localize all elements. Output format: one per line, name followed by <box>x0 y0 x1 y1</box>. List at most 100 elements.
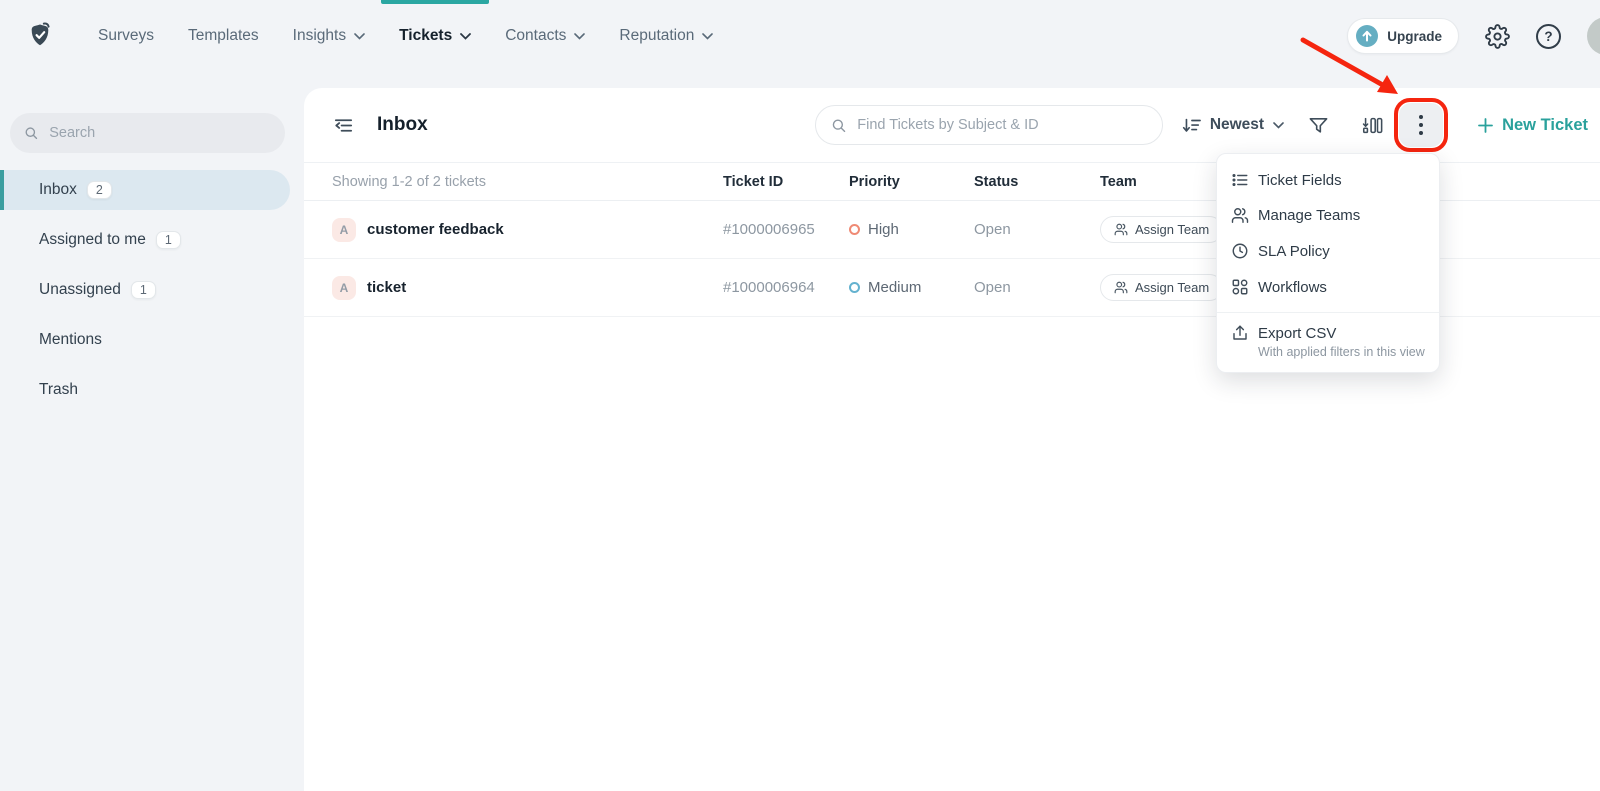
team-icon <box>1114 223 1128 236</box>
assign-team-button[interactable]: Assign Team <box>1100 274 1223 301</box>
priority-ring-icon <box>849 224 860 235</box>
new-ticket-button[interactable]: New Ticket <box>1478 116 1594 135</box>
nav-item-tickets[interactable]: Tickets <box>399 0 471 72</box>
sidebar-item-mentions[interactable]: Mentions <box>0 320 290 360</box>
menu-item-ticket-fields[interactable]: Ticket Fields <box>1217 162 1439 198</box>
menu-item-label: Manage Teams <box>1258 207 1360 224</box>
nav-right-actions: Upgrade ? <box>1347 0 1600 72</box>
nav-item-surveys[interactable]: Surveys <box>98 0 154 72</box>
sidebar-item-label: Mentions <box>39 331 102 349</box>
search-icon <box>24 125 38 141</box>
priority-label: High <box>868 221 899 238</box>
ticket-search[interactable] <box>815 105 1163 145</box>
count-badge: 2 <box>87 181 112 199</box>
assign-team-button[interactable]: Assign Team <box>1100 216 1223 243</box>
team-icon <box>1231 207 1249 224</box>
results-summary: Showing 1-2 of 2 tickets <box>332 174 723 190</box>
sidebar-search[interactable] <box>10 113 285 153</box>
nav-item-insights[interactable]: Insights <box>293 0 365 72</box>
nav-label: Reputation <box>619 27 694 45</box>
sort-dropdown[interactable]: Newest <box>1181 116 1284 135</box>
sidebar-search-input[interactable] <box>47 124 271 142</box>
assign-team-label: Assign Team <box>1135 222 1209 237</box>
chevron-down-icon <box>702 33 713 40</box>
help-glyph: ? <box>1536 24 1561 49</box>
more-options-menu: Ticket Fields Manage Teams SLA Policy Wo… <box>1216 153 1440 373</box>
help-icon[interactable]: ? <box>1536 24 1561 49</box>
count-badge: 1 <box>156 231 181 249</box>
nav-item-templates[interactable]: Templates <box>188 0 259 72</box>
sidebar-item-assigned-to-me[interactable]: Assigned to me 1 <box>0 220 290 260</box>
column-header-ticket-id: Ticket ID <box>723 174 849 190</box>
collapse-sidebar-icon[interactable] <box>332 114 355 137</box>
export-icon <box>1231 324 1249 342</box>
list-icon <box>1231 171 1249 189</box>
ticket-status: Open <box>974 279 1100 296</box>
upgrade-label: Upgrade <box>1387 29 1442 44</box>
kebab-menu-icon <box>1419 115 1423 135</box>
menu-item-label: Workflows <box>1258 279 1327 296</box>
new-ticket-label: New Ticket <box>1502 116 1588 135</box>
chevron-down-icon <box>1273 122 1284 129</box>
assign-team-label: Assign Team <box>1135 280 1209 295</box>
nav-item-contacts[interactable]: Contacts <box>505 0 585 72</box>
nav-label: Surveys <box>98 27 154 45</box>
ticket-status: Open <box>974 221 1100 238</box>
primary-nav: Surveys Templates Insights Tickets Conta… <box>98 0 713 72</box>
menu-item-sla-policy[interactable]: SLA Policy <box>1217 233 1439 269</box>
sort-icon <box>1181 116 1201 135</box>
menu-item-export-csv[interactable]: Export CSV With applied filters in this … <box>1217 312 1439 372</box>
column-header-status: Status <box>974 174 1100 190</box>
chevron-down-icon <box>574 33 585 40</box>
menu-item-label: Export CSV <box>1258 325 1336 342</box>
clock-icon <box>1231 242 1249 260</box>
priority-label: Medium <box>868 279 921 296</box>
sidebar-item-label: Inbox <box>39 181 77 199</box>
sidebar-item-trash[interactable]: Trash <box>0 370 290 410</box>
sidebar-item-label: Trash <box>39 381 78 399</box>
count-badge: 1 <box>131 281 156 299</box>
column-header-priority: Priority <box>849 174 974 190</box>
ticket-priority: High <box>849 221 974 238</box>
menu-item-label: SLA Policy <box>1258 243 1330 260</box>
menu-item-label: Ticket Fields <box>1258 172 1342 189</box>
search-icon <box>831 117 846 134</box>
nav-label: Tickets <box>399 27 452 45</box>
ticket-subject: ticket <box>367 279 406 296</box>
upgrade-button[interactable]: Upgrade <box>1347 18 1459 54</box>
ticket-id: #1000006964 <box>723 279 849 296</box>
brand-logo-icon[interactable] <box>24 0 56 72</box>
nav-item-reputation[interactable]: Reputation <box>619 0 713 72</box>
more-options-button[interactable] <box>1399 103 1443 147</box>
sidebar: Inbox 2 Assigned to me 1 Unassigned 1 Me… <box>0 72 304 791</box>
sidebar-item-unassigned[interactable]: Unassigned 1 <box>0 270 290 310</box>
ticket-subject: customer feedback <box>367 221 504 238</box>
upgrade-arrow-icon <box>1356 25 1378 47</box>
ticket-priority: Medium <box>849 279 974 296</box>
chevron-down-icon <box>460 33 471 40</box>
export-subtitle: With applied filters in this view <box>1258 345 1425 359</box>
sidebar-item-label: Unassigned <box>39 281 121 299</box>
page-title: Inbox <box>377 114 428 136</box>
settings-gear-icon[interactable] <box>1485 24 1510 49</box>
user-avatar[interactable] <box>1587 17 1600 55</box>
nav-label: Insights <box>293 27 346 45</box>
workflow-icon <box>1231 278 1249 296</box>
menu-item-workflows[interactable]: Workflows <box>1217 269 1439 305</box>
ticket-search-input[interactable] <box>855 116 1147 134</box>
filter-funnel-icon[interactable] <box>1308 115 1329 135</box>
top-nav: Surveys Templates Insights Tickets Conta… <box>0 0 1600 72</box>
avatar: A <box>332 276 356 300</box>
app-screen: Surveys Templates Insights Tickets Conta… <box>0 0 1600 791</box>
avatar: A <box>332 218 356 242</box>
menu-item-manage-teams[interactable]: Manage Teams <box>1217 198 1439 233</box>
priority-ring-icon <box>849 282 860 293</box>
plus-icon <box>1478 118 1493 133</box>
sidebar-item-inbox[interactable]: Inbox 2 <box>0 170 290 210</box>
tickets-toolbar: Inbox Newest <box>304 88 1600 163</box>
chevron-down-icon <box>354 33 365 40</box>
sidebar-item-label: Assigned to me <box>39 231 146 249</box>
customize-columns-icon[interactable] <box>1361 115 1383 136</box>
sort-label: Newest <box>1210 116 1264 134</box>
nav-label: Contacts <box>505 27 566 45</box>
